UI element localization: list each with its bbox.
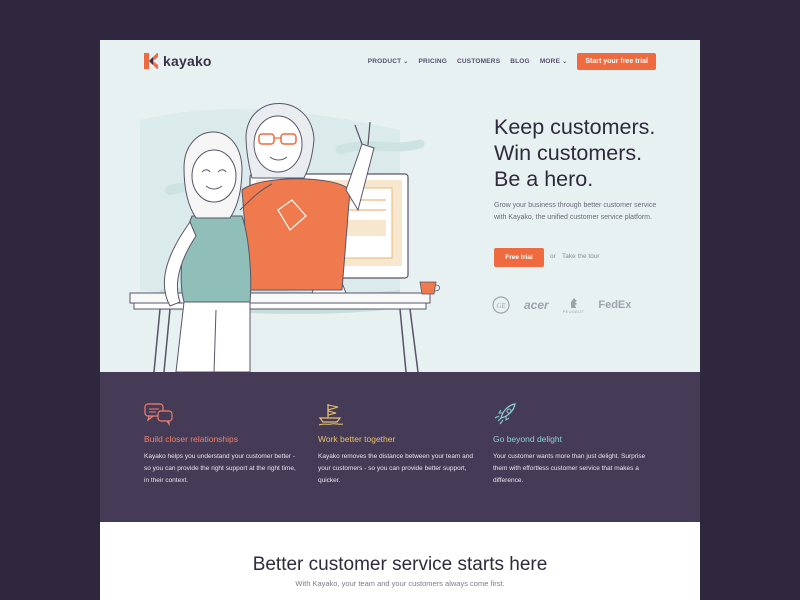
feature-together: Work better together Kayako removes the … <box>318 402 473 487</box>
rocket-icon <box>494 403 516 425</box>
nav-more[interactable]: MORE ⌄ <box>540 58 568 65</box>
section-title: Better customer service starts here <box>252 554 548 575</box>
peugeot-lion-icon <box>570 297 577 308</box>
take-the-tour-link[interactable]: Take the tour <box>562 253 600 260</box>
svg-text:GE: GE <box>496 302 506 310</box>
kayako-logo[interactable]: kayako <box>144 53 212 69</box>
feature-title: Go beyond delight <box>493 434 562 444</box>
landing-page: kayako PRODUCT ⌄ PRICING CUSTOMERS BLOG … <box>100 40 700 600</box>
nav-blog-label: BLOG <box>510 58 530 65</box>
headline-line-3: Be a hero. <box>494 167 594 191</box>
free-trial-button[interactable]: Free trial <box>494 248 544 267</box>
fedex-logo: FedEx <box>598 299 632 311</box>
hero-subtext: Grow your business through better custom… <box>494 202 657 221</box>
chevron-down-icon: ⌄ <box>562 59 568 65</box>
nav-pricing[interactable]: PRICING <box>419 58 448 65</box>
feature-relationships: Build closer relationships Kayako helps … <box>144 402 299 487</box>
nav-blog[interactable]: BLOG <box>510 58 530 65</box>
feature-title: Build closer relationships <box>144 434 239 444</box>
nav-customers[interactable]: CUSTOMERS <box>457 58 500 65</box>
ship-icon <box>318 404 344 426</box>
acer-logo: acer <box>524 298 549 312</box>
ge-logo-icon: GE <box>492 296 510 314</box>
chat-bubbles-icon <box>144 403 173 426</box>
kayako-logo-icon <box>144 53 158 69</box>
feature-description: Kayako removes the distance between your… <box>318 453 474 484</box>
peugeot-logo: PEUGEOT <box>563 297 585 314</box>
main-nav: PRODUCT ⌄ PRICING CUSTOMERS BLOG MORE ⌄ … <box>358 53 656 70</box>
bottom-section: Better customer service starts here With… <box>100 522 700 600</box>
features-section: Build closer relationships Kayako helps … <box>100 372 700 522</box>
nav-customers-label: CUSTOMERS <box>457 58 501 65</box>
nav-more-label: MORE <box>539 58 561 65</box>
or-text: or <box>550 253 556 260</box>
feature-delight: Go beyond delight Your customer wants mo… <box>493 402 648 487</box>
peugeot-wordmark: PEUGEOT <box>562 308 585 314</box>
feature-description: Kayako helps you understand your custome… <box>144 453 296 484</box>
feature-description: Your customer wants more than just delig… <box>493 453 646 484</box>
nav-pricing-label: PRICING <box>418 58 448 65</box>
hero-section: kayako PRODUCT ⌄ PRICING CUSTOMERS BLOG … <box>100 40 700 372</box>
chevron-down-icon: ⌄ <box>403 59 409 65</box>
headline-line-1: Keep customers. <box>494 115 656 139</box>
logo-wordmark: kayako <box>163 53 212 69</box>
hero-headline: Keep customers. Win customers. Be a hero… <box>494 114 684 192</box>
start-free-trial-button[interactable]: Start your free trial <box>577 53 656 70</box>
nav-product[interactable]: PRODUCT ⌄ <box>368 58 409 65</box>
headline-line-2: Win customers. <box>494 141 643 165</box>
feature-title: Work better together <box>318 434 396 444</box>
section-subtitle: With Kayako, your team and your customer… <box>295 579 505 588</box>
nav-product-label: PRODUCT <box>367 58 402 65</box>
customer-logos: GE acer PEUGEOT FedEx <box>492 296 645 314</box>
